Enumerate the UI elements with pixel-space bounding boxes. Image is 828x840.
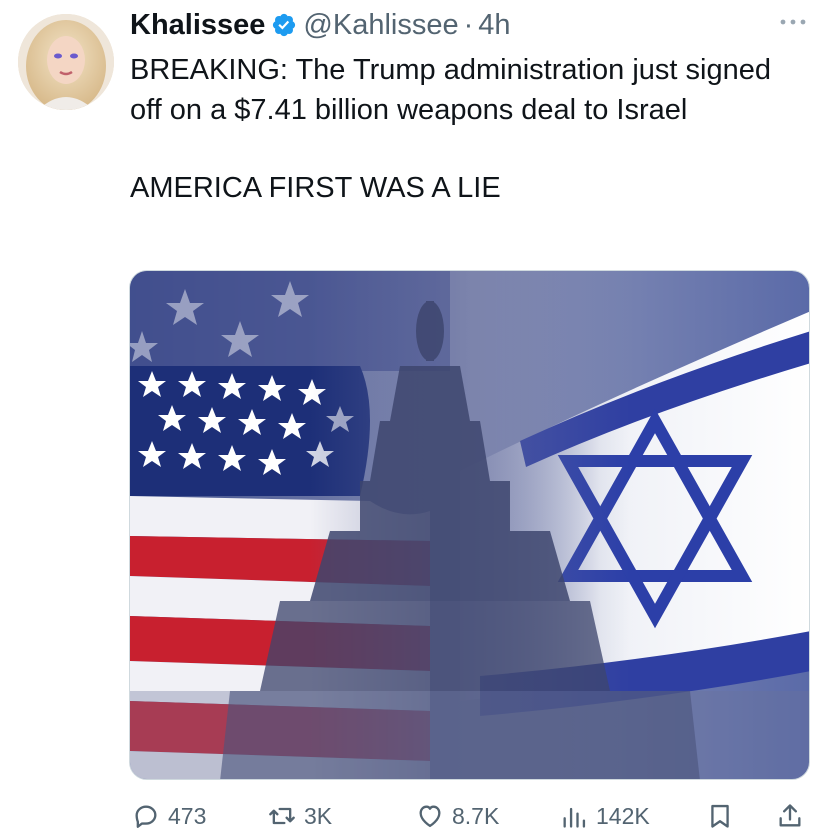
views-button[interactable]: 142K bbox=[560, 796, 650, 836]
bookmark-icon bbox=[711, 804, 729, 828]
tweet-actions: 473 3K 8.7K 142K bbox=[130, 796, 810, 836]
reply-button[interactable]: 473 bbox=[132, 796, 206, 836]
flags-warship-image bbox=[130, 271, 809, 779]
share-button[interactable] bbox=[776, 796, 804, 836]
author-name[interactable]: Khalissee bbox=[130, 9, 265, 42]
tweet-text-line: AMERICA FIRST WAS A LIE bbox=[130, 172, 501, 204]
retweet-icon bbox=[269, 807, 295, 825]
views-chart-icon bbox=[563, 807, 586, 828]
like-count: 8.7K bbox=[452, 802, 500, 829]
separator-dot: · bbox=[463, 8, 474, 41]
more-horizontal-icon[interactable] bbox=[778, 14, 808, 30]
heart-icon bbox=[419, 805, 441, 828]
repost-count: 3K bbox=[304, 802, 333, 829]
views-count: 142K bbox=[596, 802, 650, 829]
tweet-text-line: BREAKING: The Trump administration just … bbox=[130, 54, 771, 126]
timestamp[interactable]: 4h bbox=[478, 9, 510, 42]
repost-button[interactable]: 3K bbox=[268, 796, 332, 836]
avatar-image bbox=[18, 14, 114, 110]
avatar[interactable] bbox=[18, 14, 114, 110]
like-button[interactable]: 8.7K bbox=[416, 796, 499, 836]
verified-badge-icon bbox=[273, 13, 296, 37]
tweet-header: Khalissee @Kahlissee · 4h bbox=[130, 4, 511, 46]
share-icon bbox=[779, 804, 801, 827]
tweet-text: BREAKING: The Trump administration just … bbox=[130, 50, 810, 208]
tweet-media-image[interactable] bbox=[129, 270, 810, 780]
reply-count: 473 bbox=[168, 802, 207, 829]
bookmark-button[interactable] bbox=[706, 796, 734, 836]
reply-icon bbox=[135, 805, 157, 828]
author-handle[interactable]: @Kahlissee bbox=[303, 9, 458, 42]
